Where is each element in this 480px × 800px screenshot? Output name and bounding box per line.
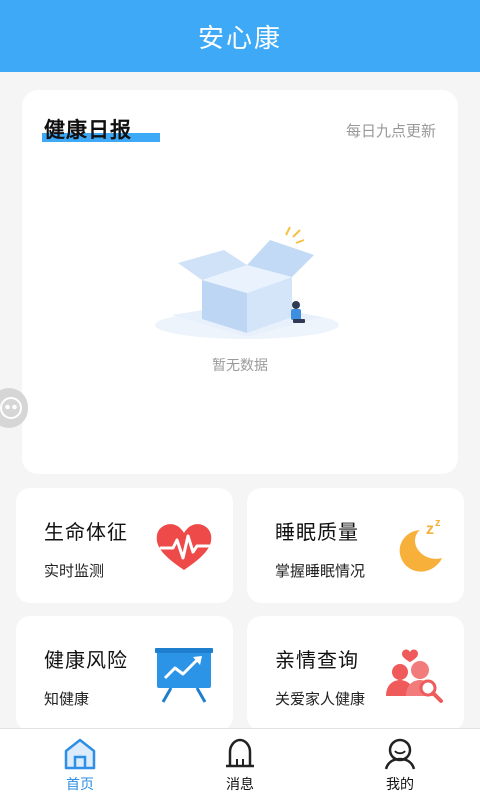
tile-subtitle: 知健康 <box>44 690 90 708</box>
tab-profile[interactable]: 我的 <box>320 729 480 800</box>
tab-label: 我的 <box>386 777 414 793</box>
tile-sleep-quality[interactable]: 睡眠质量 掌握睡眠情况 z z <box>247 488 464 603</box>
svg-text:z: z <box>435 517 441 529</box>
empty-box-icon <box>155 226 339 339</box>
tile-title: 生命体征 <box>44 520 128 544</box>
tile-title: 健康风险 <box>44 648 128 672</box>
app-header: 安心康 <box>0 0 480 72</box>
heart-pulse-icon <box>156 524 212 570</box>
tile-subtitle: 实时监测 <box>44 562 105 580</box>
report-title: 健康日报 <box>44 118 132 142</box>
svg-text:z: z <box>426 521 434 538</box>
tile-title: 亲情查询 <box>275 648 359 672</box>
bottom-tab-bar: 首页 消息 我的 <box>0 728 480 800</box>
tab-home[interactable]: 首页 <box>0 729 160 800</box>
home-icon <box>64 738 96 770</box>
moon-sleep-icon: z z <box>399 517 442 572</box>
tile-vital-signs[interactable]: 生命体征 实时监测 <box>16 488 233 603</box>
family-search-icon <box>386 649 443 703</box>
report-update-note: 每日九点更新 <box>345 122 436 140</box>
tile-subtitle: 关爱家人健康 <box>275 690 366 708</box>
assist-icon <box>0 397 22 419</box>
tab-messages[interactable]: 消息 <box>160 729 320 800</box>
empty-state-text: 暂无数据 <box>212 358 268 374</box>
profile-icon <box>384 738 416 770</box>
report-title-wrap: 健康日报 <box>42 114 160 144</box>
tile-title: 睡眠质量 <box>275 520 359 544</box>
tile-family-query[interactable]: 亲情查询 关爱家人健康 <box>247 616 464 731</box>
tile-subtitle: 掌握睡眠情况 <box>275 562 366 580</box>
health-report-card[interactable]: 健康日报 每日九点更新 暂无数据 <box>22 90 458 474</box>
tile-health-risk[interactable]: 健康风险 知健康 <box>16 616 233 731</box>
bell-icon <box>226 738 254 768</box>
app-title: 安心康 <box>197 23 282 54</box>
tab-label: 首页 <box>66 777 94 793</box>
tab-label: 消息 <box>226 777 254 793</box>
trend-board-icon <box>155 648 213 703</box>
